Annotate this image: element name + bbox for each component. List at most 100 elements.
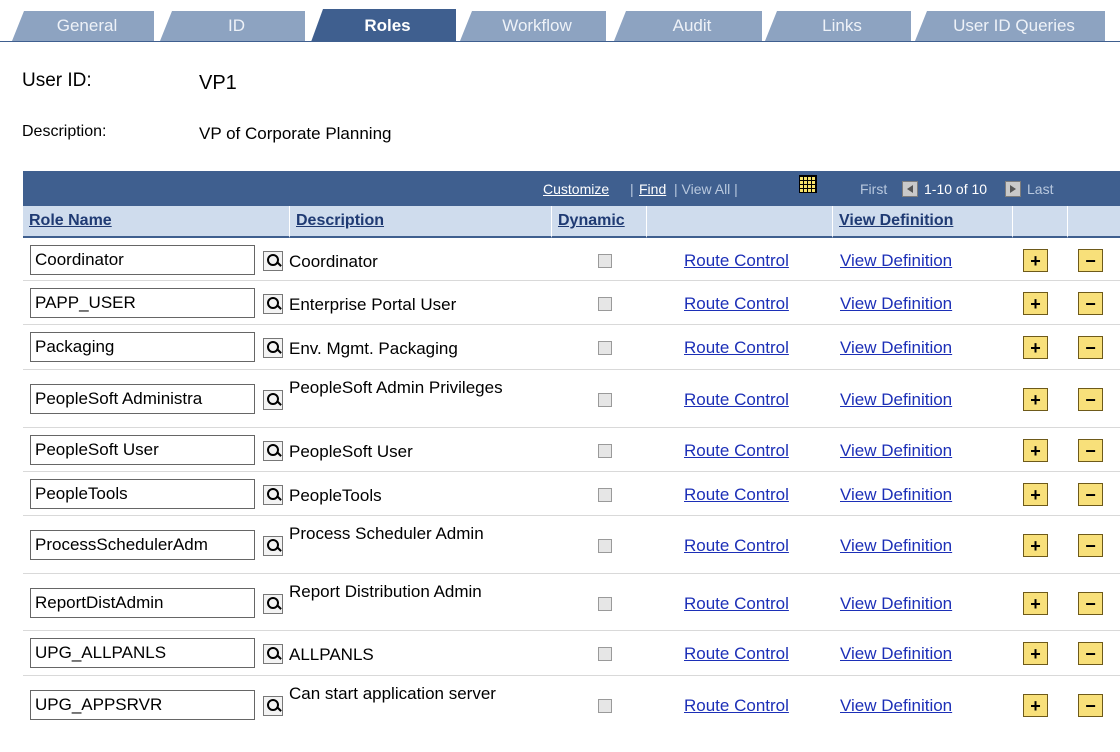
dynamic-checkbox[interactable] [598, 647, 612, 661]
add-row-button[interactable]: + [1023, 483, 1048, 506]
tab-general[interactable]: General [12, 11, 154, 41]
delete-row-button[interactable]: − [1078, 694, 1103, 717]
route-control-link[interactable]: Route Control [684, 594, 789, 614]
delete-row-button[interactable]: − [1078, 592, 1103, 615]
add-row-button[interactable]: + [1023, 439, 1048, 462]
delete-row-button[interactable]: − [1078, 249, 1103, 272]
route-control-link[interactable]: Route Control [684, 251, 789, 271]
header-dynamic[interactable]: Dynamic [552, 206, 647, 238]
role-description: PeopleSoft Admin Privileges [289, 378, 503, 397]
add-row-button[interactable]: + [1023, 336, 1048, 359]
add-row-button[interactable]: + [1023, 592, 1048, 615]
dynamic-checkbox[interactable] [598, 444, 612, 458]
tab-user-id-queries[interactable]: User ID Queries [915, 11, 1105, 41]
role-name-input[interactable]: PeopleTools [30, 479, 255, 509]
grid-first-label: First [860, 181, 888, 197]
lookup-icon[interactable] [263, 696, 283, 716]
add-row-button[interactable]: + [1023, 292, 1048, 315]
delete-row-button[interactable]: − [1078, 336, 1103, 359]
tab-id[interactable]: ID [160, 11, 305, 41]
route-control-link[interactable]: Route Control [684, 485, 789, 505]
lookup-icon[interactable] [263, 294, 283, 314]
dynamic-checkbox[interactable] [598, 393, 612, 407]
grid-find-link[interactable]: Find [639, 181, 666, 197]
lookup-icon[interactable] [263, 441, 283, 461]
delete-row-button[interactable]: − [1078, 292, 1103, 315]
table-row: Coordinator Coordinator Route Control Vi… [23, 238, 1120, 281]
dynamic-checkbox[interactable] [598, 488, 612, 502]
tab-workflow[interactable]: Workflow [460, 11, 606, 41]
role-name-input[interactable]: UPG_ALLPANLS [30, 638, 255, 668]
view-definition-link[interactable]: View Definition [840, 696, 952, 716]
route-control-link[interactable]: Route Control [684, 441, 789, 461]
dynamic-checkbox[interactable] [598, 297, 612, 311]
lookup-icon[interactable] [263, 644, 283, 664]
view-definition-link[interactable]: View Definition [840, 644, 952, 664]
dynamic-checkbox[interactable] [598, 341, 612, 355]
route-control-link[interactable]: Route Control [684, 696, 789, 716]
view-definition-link[interactable]: View Definition [840, 441, 952, 461]
role-name-input[interactable]: PAPP_USER [30, 288, 255, 318]
route-control-link[interactable]: Route Control [684, 390, 789, 410]
delete-row-button[interactable]: − [1078, 388, 1103, 411]
route-control-link[interactable]: Route Control [684, 644, 789, 664]
role-description: Env. Mgmt. Packaging [289, 339, 458, 358]
header-view-definition[interactable]: View Definition [833, 206, 1013, 238]
add-row-button[interactable]: + [1023, 249, 1048, 272]
lookup-icon[interactable] [263, 251, 283, 271]
view-definition-link[interactable]: View Definition [840, 536, 952, 556]
delete-row-button[interactable]: − [1078, 642, 1103, 665]
grid-range: 1-10 of 10 [924, 181, 988, 197]
previous-arrow-icon[interactable] [902, 181, 918, 197]
grid-header-row: Role Name Description Dynamic View Defin… [23, 206, 1120, 238]
role-description: ALLPANLS [289, 645, 374, 664]
role-description: Can start application server [289, 684, 496, 703]
view-definition-link[interactable]: View Definition [840, 338, 952, 358]
lookup-icon[interactable] [263, 390, 283, 410]
dynamic-checkbox[interactable] [598, 539, 612, 553]
route-control-link[interactable]: Route Control [684, 338, 789, 358]
add-row-button[interactable]: + [1023, 694, 1048, 717]
header-route-control [647, 206, 833, 238]
table-row: ReportDistAdmin Report Distribution Admi… [23, 574, 1120, 631]
delete-row-button[interactable]: − [1078, 439, 1103, 462]
view-definition-link[interactable]: View Definition [840, 251, 952, 271]
header-role-name[interactable]: Role Name [23, 206, 290, 238]
view-definition-link[interactable]: View Definition [840, 485, 952, 505]
role-name-input[interactable]: ReportDistAdmin [30, 588, 255, 618]
view-definition-link[interactable]: View Definition [840, 594, 952, 614]
tab-roles[interactable]: Roles [311, 9, 456, 42]
grid-separator: | [630, 181, 634, 197]
view-definition-link[interactable]: View Definition [840, 294, 952, 314]
table-row: UPG_APPSRVR Can start application server… [23, 676, 1120, 733]
role-name-input[interactable]: Coordinator [30, 245, 255, 275]
role-name-input[interactable]: UPG_APPSRVR [30, 690, 255, 720]
role-name-input[interactable]: PeopleSoft Administra [30, 384, 255, 414]
tab-audit[interactable]: Audit [614, 11, 762, 41]
role-name-input[interactable]: PeopleSoft User [30, 435, 255, 465]
role-description: Report Distribution Admin [289, 582, 482, 601]
lookup-icon[interactable] [263, 485, 283, 505]
add-row-button[interactable]: + [1023, 534, 1048, 557]
route-control-link[interactable]: Route Control [684, 294, 789, 314]
lookup-icon[interactable] [263, 338, 283, 358]
delete-row-button[interactable]: − [1078, 483, 1103, 506]
dynamic-checkbox[interactable] [598, 597, 612, 611]
role-name-input[interactable]: Packaging [30, 332, 255, 362]
dynamic-checkbox[interactable] [598, 254, 612, 268]
dynamic-checkbox[interactable] [598, 699, 612, 713]
user-id-value: VP1 [199, 72, 237, 94]
view-definition-link[interactable]: View Definition [840, 390, 952, 410]
add-row-button[interactable]: + [1023, 642, 1048, 665]
tab-links[interactable]: Links [765, 11, 911, 41]
route-control-link[interactable]: Route Control [684, 536, 789, 556]
add-row-button[interactable]: + [1023, 388, 1048, 411]
delete-row-button[interactable]: − [1078, 534, 1103, 557]
header-description[interactable]: Description [290, 206, 552, 238]
download-grid-icon[interactable] [799, 175, 817, 193]
lookup-icon[interactable] [263, 594, 283, 614]
next-arrow-icon[interactable] [1005, 181, 1021, 197]
grid-customize-link[interactable]: Customize [543, 181, 609, 197]
lookup-icon[interactable] [263, 536, 283, 556]
role-name-input[interactable]: ProcessSchedulerAdm [30, 530, 255, 560]
